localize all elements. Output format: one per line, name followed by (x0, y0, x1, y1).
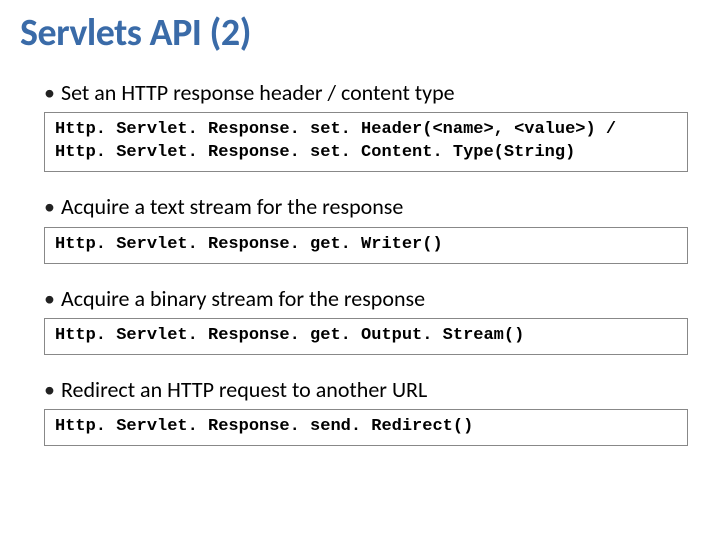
code-block: Http. Servlet. Response. send. Redirect(… (44, 409, 688, 446)
bullet-marker: • (44, 286, 55, 312)
code-block: Http. Servlet. Response. set. Header(<na… (44, 112, 688, 172)
code-block: Http. Servlet. Response. get. Output. St… (44, 318, 688, 355)
bullet-text: Set an HTTP response header / content ty… (61, 80, 455, 106)
bullet-text: Acquire a binary stream for the response (61, 286, 425, 312)
bullet-item: • Acquire a text stream for the response (44, 194, 688, 220)
bullet-item: • Redirect an HTTP request to another UR… (44, 377, 688, 403)
slide-title: Servlets API (2) (0, 10, 720, 56)
bullet-item: • Acquire a binary stream for the respon… (44, 286, 688, 312)
bullet-text: Acquire a text stream for the response (61, 194, 403, 220)
bullet-marker: • (44, 80, 55, 106)
code-block: Http. Servlet. Response. get. Writer() (44, 227, 688, 264)
bullet-text: Redirect an HTTP request to another URL (61, 377, 427, 403)
bullet-item: • Set an HTTP response header / content … (44, 80, 688, 106)
slide-content: • Set an HTTP response header / content … (0, 80, 720, 446)
bullet-marker: • (44, 194, 55, 220)
bullet-marker: • (44, 377, 55, 403)
